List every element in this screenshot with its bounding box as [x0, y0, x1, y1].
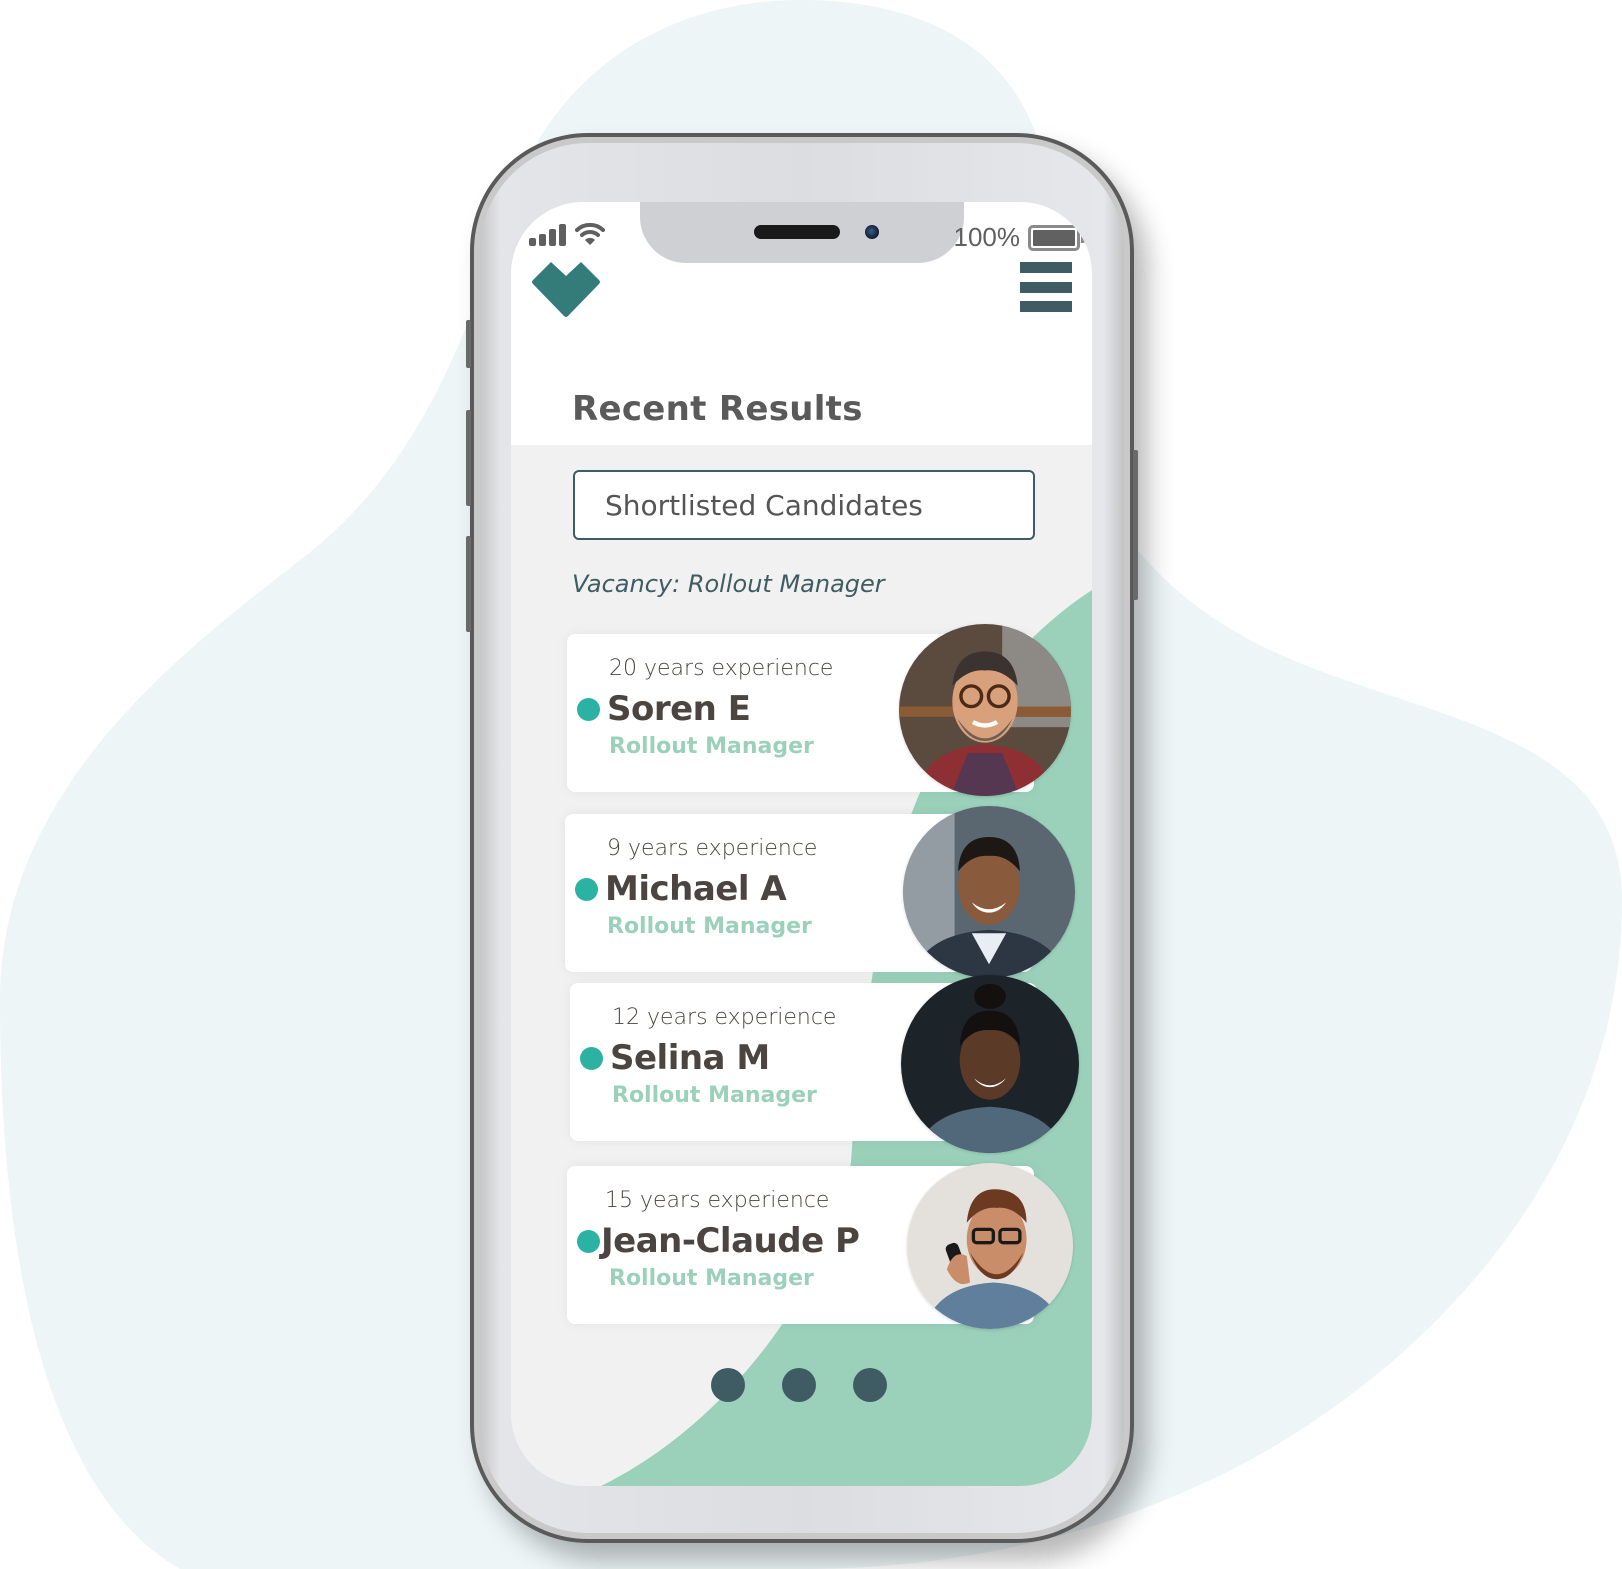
- avatar-photo-icon: [901, 975, 1079, 1153]
- phone-notch: [640, 202, 964, 263]
- phone-power-button: [1133, 450, 1138, 600]
- shortlist-filter-value: Shortlisted Candidates: [605, 488, 923, 522]
- status-dot-icon: [575, 878, 598, 901]
- candidate-name: Michael A: [605, 869, 787, 909]
- status-bar-left: [529, 220, 605, 246]
- candidate-name: Soren E: [607, 689, 751, 729]
- menu-bar: [1020, 281, 1072, 293]
- hamburger-menu-icon[interactable]: [1020, 262, 1072, 312]
- menu-bar: [1020, 301, 1072, 312]
- battery-icon: [1028, 224, 1086, 251]
- pagination-dot-3[interactable]: [853, 1368, 887, 1402]
- candidate-role: Rollout Manager: [609, 734, 814, 759]
- wifi-icon: [575, 222, 605, 245]
- menu-bar: [1020, 262, 1072, 273]
- candidate-experience: 9 years experience: [607, 836, 818, 861]
- candidate-avatar[interactable]: [907, 1163, 1073, 1329]
- candidate-avatar[interactable]: [903, 806, 1075, 978]
- pagination-dot-2[interactable]: [782, 1368, 816, 1402]
- avatar-photo-icon: [903, 806, 1075, 978]
- status-dot-icon: [577, 1230, 600, 1253]
- avatar-photo-icon: [899, 624, 1071, 796]
- vacancy-label: Vacancy: Rollout Manager: [572, 570, 885, 598]
- candidate-avatar[interactable]: [899, 624, 1071, 796]
- phone-screen: 100% Recent Results Shortlisted Candidat…: [511, 202, 1092, 1486]
- heart-diamond-logo[interactable]: [531, 262, 601, 318]
- phone-mute-switch: [466, 320, 471, 368]
- candidate-experience: 12 years experience: [612, 1005, 837, 1030]
- candidate-avatar[interactable]: [901, 975, 1079, 1153]
- candidate-name: Selina M: [610, 1038, 770, 1078]
- status-bar-right: 100%: [953, 222, 1086, 253]
- status-dot-icon: [577, 698, 600, 721]
- speaker-grille: [754, 225, 840, 239]
- candidate-experience: 20 years experience: [609, 656, 834, 681]
- phone-volume-down-button: [466, 536, 471, 632]
- signal-bars-icon: [529, 224, 566, 246]
- candidate-role: Rollout Manager: [612, 1083, 817, 1108]
- candidate-role: Rollout Manager: [609, 1266, 814, 1291]
- candidate-name: Jean-Claude P: [601, 1221, 860, 1261]
- avatar-photo-icon: [907, 1163, 1073, 1329]
- phone-volume-up-button: [466, 410, 471, 506]
- battery-tip: [1081, 234, 1086, 243]
- candidate-experience: 15 years experience: [605, 1188, 830, 1213]
- battery-percent: 100%: [953, 222, 1021, 252]
- candidate-role: Rollout Manager: [607, 914, 812, 939]
- status-dot-icon: [580, 1047, 603, 1070]
- shortlist-filter-select[interactable]: Shortlisted Candidates: [573, 470, 1035, 540]
- front-camera: [865, 225, 879, 239]
- pagination-dot-1[interactable]: [711, 1368, 745, 1402]
- page-title: Recent Results: [572, 389, 863, 429]
- battery-level-fill: [1033, 229, 1075, 246]
